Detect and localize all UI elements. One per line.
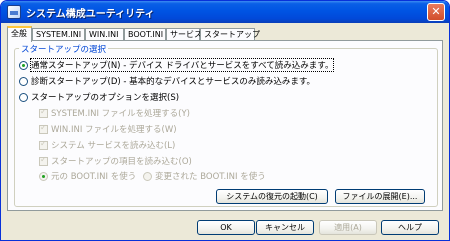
close-button[interactable]: ✕ bbox=[427, 3, 445, 21]
system-ini-label: SYSTEM.INI ファイルを処理する(Y) bbox=[51, 109, 190, 119]
original-boot-ini-label: 元の BOOT.INI を使う bbox=[51, 172, 137, 182]
win-ini-checkbox[interactable] bbox=[39, 123, 48, 134]
selective-startup-radio[interactable] bbox=[19, 92, 28, 102]
normal-startup-label: 通常スタートアップ(N) - デバイス ドライバとサービスをすべて読み込みます。 bbox=[29, 58, 335, 72]
system-config-window: システム構成ユーティリティ ✕ 全般 SYSTEM.INI WIN.INI BO… bbox=[0, 0, 450, 241]
modified-boot-ini-radio[interactable] bbox=[143, 171, 152, 181]
help-button[interactable]: ヘルプ bbox=[381, 220, 439, 235]
startup-items-label: スタートアップの項目を読み込む(O) bbox=[51, 157, 192, 167]
win-ini-label: WIN.INI ファイルを処理する(W) bbox=[51, 125, 177, 135]
startup-selection-group: スタートアップの選択 通常スタートアップ(N) - デバイス ドライバとサービス… bbox=[14, 43, 438, 207]
modified-boot-ini-label: 変更された BOOT.INI を使う bbox=[155, 172, 266, 182]
normal-startup-radio[interactable] bbox=[19, 60, 28, 70]
system-ini-option[interactable]: SYSTEM.INI ファイルを処理する(Y) bbox=[39, 107, 190, 119]
apply-button[interactable]: 適用(A) bbox=[319, 220, 377, 235]
load-services-checkbox[interactable] bbox=[39, 139, 48, 150]
startup-selection-legend: スタートアップの選択 bbox=[19, 43, 109, 55]
normal-startup-option[interactable]: 通常スタートアップ(N) - デバイス ドライバとサービスをすべて読み込みます。 bbox=[19, 58, 335, 72]
startup-items-option[interactable]: スタートアップの項目を読み込む(O) bbox=[39, 155, 192, 167]
original-boot-ini-option[interactable]: 元の BOOT.INI を使う bbox=[39, 170, 136, 182]
ok-button[interactable]: OK bbox=[197, 220, 255, 235]
title-bar[interactable]: システム構成ユーティリティ ✕ bbox=[1, 1, 449, 23]
diagnostic-startup-radio[interactable] bbox=[19, 76, 28, 86]
win-ini-option[interactable]: WIN.INI ファイルを処理する(W) bbox=[39, 123, 177, 135]
tab-general[interactable]: 全般 bbox=[7, 26, 32, 42]
window-title: システム構成ユーティリティ bbox=[26, 9, 155, 20]
cancel-button[interactable]: キャンセル bbox=[256, 220, 314, 235]
diagnostic-startup-label: 診断スタートアップ(D) - 基本的なデバイスとサービスのみ読み込みます。 bbox=[31, 77, 316, 87]
startup-items-checkbox[interactable] bbox=[39, 155, 48, 166]
selective-startup-label: スタートアップのオプションを選択(S) bbox=[31, 93, 180, 103]
modified-boot-ini-option[interactable]: 変更された BOOT.INI を使う bbox=[143, 170, 266, 182]
launch-system-restore-button[interactable]: システムの復元の起動(C) bbox=[216, 189, 328, 204]
selective-startup-option[interactable]: スタートアップのオプションを選択(S) bbox=[19, 91, 179, 103]
load-services-label: システム サービスを読み込む(L) bbox=[51, 141, 176, 151]
app-icon bbox=[7, 5, 21, 19]
general-tab-panel: スタートアップの選択 通常スタートアップ(N) - デバイス ドライバとサービス… bbox=[7, 40, 443, 211]
load-services-option[interactable]: システム サービスを読み込む(L) bbox=[39, 139, 175, 151]
system-ini-checkbox[interactable] bbox=[39, 107, 48, 118]
diagnostic-startup-option[interactable]: 診断スタートアップ(D) - 基本的なデバイスとサービスのみ読み込みます。 bbox=[19, 75, 315, 87]
expand-file-button[interactable]: ファイルの展開(E)... bbox=[335, 189, 425, 204]
original-boot-ini-radio[interactable] bbox=[39, 171, 48, 181]
